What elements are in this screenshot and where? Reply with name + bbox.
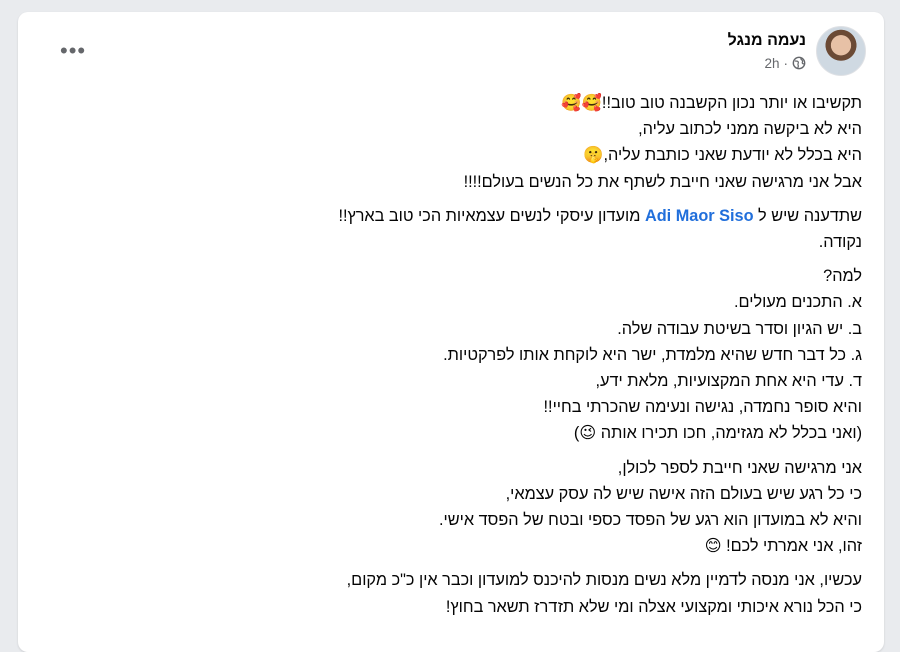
text-line: למה?	[823, 267, 862, 286]
post-time[interactable]: 2h	[764, 56, 779, 71]
post-text: תקשיבו או יותר נכון הקשבנה טוב טוב!!🥰🥰 ה…	[42, 90, 862, 628]
separator-dot: ·	[783, 55, 789, 71]
mention-line: שתדענה שיש ל Adi Maor Siso מועדון עיסקי …	[42, 203, 862, 229]
post-subline: 2h ·	[728, 56, 806, 71]
text-line: נקודה.	[818, 233, 862, 252]
text-line: עכשיו, אני מנסה לדמיין מלא נשים מנסות לה…	[346, 571, 862, 590]
text-line: ד. עדי היא אחת המקצועיות, מלאת ידע,	[595, 372, 862, 391]
paragraph-5: עכשיו, אני מנסה לדמיין מלא נשים מנסות לה…	[42, 567, 862, 619]
text-line: כי כל רגע שיש בעולם הזה אישה שיש לה עסק …	[505, 484, 862, 503]
text-line: אני מרגישה שאני חייבת לספר לכולן,	[617, 458, 862, 477]
text-line: תקשיבו או יותר נכון הקשבנה טוב טוב!!🥰🥰	[561, 94, 862, 112]
paragraph-4: אני מרגישה שאני חייבת לספר לכולן, כי כל …	[42, 455, 862, 560]
text-line: ב. יש הגיון וסדר בשיטת עבודה שלה.	[617, 319, 862, 338]
text-line: והיא לא במועדון הוא רגע של הפסד כספי ובט…	[439, 511, 862, 530]
author-avatar[interactable]	[816, 26, 866, 76]
text-line: אבל אני מרגישה שאני חייבת לשתף את כל הנש…	[463, 172, 862, 191]
post-card: נעמה מנגל 2h · ••• תקשיבו או יותר נכון ה…	[18, 12, 884, 652]
author-name[interactable]: נעמה מנגל	[728, 32, 806, 50]
more-options-icon[interactable]: •••	[60, 40, 86, 62]
text-line: היא לא ביקשה ממני לכתוב עליה,	[638, 120, 862, 139]
text-line: ג. כל דבר חדש שהיא מלמדת, ישר היא לוקחת …	[443, 345, 862, 364]
text-line: כי הכל נורא איכותי ומקצועי אצלה ומי שלא …	[445, 597, 862, 616]
post-header: נעמה מנגל 2h ·	[728, 26, 866, 76]
paragraph-2: שתדענה שיש ל Adi Maor Siso מועדון עיסקי …	[42, 203, 862, 255]
post-meta: נעמה מנגל 2h ·	[728, 32, 806, 71]
mention-link[interactable]: Adi Maor Siso	[645, 207, 754, 225]
paragraph-1: תקשיבו או יותר נכון הקשבנה טוב טוב!!🥰🥰 ה…	[42, 90, 862, 195]
text-line: (ואני בכלל לא מגזימה, חכו תכירו אותה 😉)	[573, 424, 862, 443]
globe-icon[interactable]	[792, 56, 806, 70]
mention-before-text: שתדענה שיש ל	[753, 206, 862, 225]
text-line: והיא סופר נחמדה, נגישה ונעימה שהכרתי בחי…	[543, 398, 862, 417]
text-line: זהו, אני אמרתי לכם! 😊	[704, 537, 862, 556]
text-line: א. התכנים מעולים.	[733, 293, 862, 312]
paragraph-3: למה? א. התכנים מעולים. ב. יש הגיון וסדר …	[42, 263, 862, 446]
text-line: היא בכלל לא יודעת שאני כותבת עליה,🤫	[583, 146, 862, 165]
mention-after-text: מועדון עיסקי לנשים עצמאיות הכי טוב בארץ!…	[338, 206, 645, 225]
